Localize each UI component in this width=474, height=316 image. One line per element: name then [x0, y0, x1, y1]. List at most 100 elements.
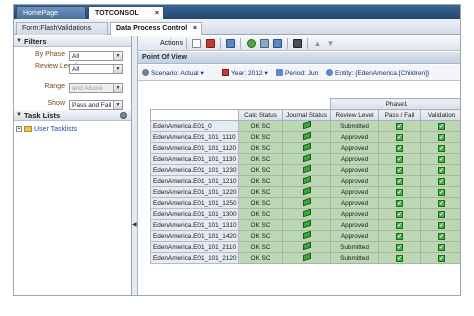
export-icon[interactable] — [273, 39, 282, 48]
table-row[interactable]: EdenAmerica.E01_101_1230 OK SC Approved ✓ ✓ — [150, 164, 460, 176]
tasklists-header[interactable]: ▼ Task Lists — [14, 110, 131, 121]
tab-totconsol[interactable]: TOTCONSOL × — [88, 6, 164, 19]
review-level-cell[interactable]: Approved — [330, 142, 379, 154]
pass-fail-cell[interactable]: ✓ — [378, 164, 421, 176]
settings-gear-icon[interactable] — [120, 112, 127, 119]
table-row[interactable]: EdenAmerica.E01_0 OK SC Submitted ✓ ✓ — [150, 120, 460, 132]
review-level-cell[interactable]: Approved — [330, 153, 379, 165]
validation-cell[interactable]: ✓ — [420, 241, 460, 253]
chevron-down-icon[interactable]: ▼ — [113, 65, 122, 73]
calc-status-cell[interactable]: OK SC — [238, 164, 283, 176]
table-row[interactable]: EdenAmerica.E01_101_1110 OK SC Approved ✓ ✓ — [150, 131, 460, 143]
calc-status-cell[interactable]: OK SC — [238, 131, 283, 143]
journal-status-cell[interactable] — [282, 175, 331, 187]
copy-icon[interactable] — [226, 39, 235, 48]
close-tab-icon[interactable]: × — [193, 23, 197, 35]
grid-icon[interactable] — [260, 39, 269, 48]
refresh-icon[interactable] — [247, 39, 256, 48]
journal-status-cell[interactable] — [282, 186, 331, 198]
review-level-cell[interactable]: Approved — [330, 131, 379, 143]
calc-status-cell[interactable]: OK SC — [238, 241, 283, 253]
table-row[interactable]: EdenAmerica.E01_101_2110 OK SC Submitted ✓ ✓ — [150, 241, 460, 253]
calculate-icon[interactable] — [206, 39, 215, 48]
row-entity-label[interactable]: EdenAmerica.E01_101_1210 — [150, 175, 239, 187]
pass-fail-cell[interactable]: ✓ — [378, 219, 421, 231]
pass-fail-cell[interactable]: ✓ — [378, 186, 421, 198]
review-levels-select[interactable]: All ▼ — [69, 64, 123, 74]
calc-status-cell[interactable]: OK SC — [238, 153, 283, 165]
calc-status-cell[interactable]: OK SC — [238, 252, 283, 264]
pov-scenario[interactable]: Scenario: Actual ▾ — [142, 69, 204, 77]
table-row[interactable]: EdenAmerica.E01_101_1220 OK SC Approved ✓ ✓ — [150, 186, 460, 198]
chevron-down-icon[interactable]: ▼ — [113, 52, 122, 60]
review-level-cell[interactable]: Approved — [330, 175, 379, 187]
calc-status-cell[interactable]: OK SC — [238, 219, 283, 231]
table-row[interactable]: EdenAmerica.E01_101_1310 OK SC Approved ✓ ✓ — [150, 219, 460, 231]
column-header[interactable]: Review Level — [330, 109, 379, 121]
journal-status-cell[interactable] — [282, 153, 331, 165]
review-level-cell[interactable]: Submitted — [330, 120, 379, 132]
chevron-down-icon[interactable]: ▼ — [113, 101, 122, 109]
document-icon[interactable] — [192, 39, 201, 48]
row-entity-label[interactable]: EdenAmerica.E01_101_1250 — [150, 197, 239, 209]
pass-fail-cell[interactable]: ✓ — [378, 120, 421, 132]
table-row[interactable]: EdenAmerica.E01_101_2120 OK SC Submitted ✓ ✓ — [150, 252, 460, 264]
review-level-cell[interactable]: Approved — [330, 230, 379, 242]
pass-fail-cell[interactable]: ✓ — [378, 252, 421, 264]
column-header[interactable]: Pass / Fail — [378, 109, 421, 121]
validation-cell[interactable]: ✓ — [420, 131, 460, 143]
column-header[interactable]: Validation — [420, 109, 460, 121]
pass-fail-cell[interactable]: ✓ — [378, 142, 421, 154]
review-level-cell[interactable]: Approved — [330, 186, 379, 198]
journal-status-cell[interactable] — [282, 142, 331, 154]
table-row[interactable]: EdenAmerica.E01_101_1420 OK SC Approved ✓ ✓ — [150, 230, 460, 242]
validation-cell[interactable]: ✓ — [420, 186, 460, 198]
row-entity-label[interactable]: EdenAmerica.E01_101_1420 — [150, 230, 239, 242]
pass-fail-cell[interactable]: ✓ — [378, 241, 421, 253]
calc-status-cell[interactable]: OK SC — [238, 208, 283, 220]
table-row[interactable]: EdenAmerica.E01_101_1210 OK SC Approved ✓ ✓ — [150, 175, 460, 187]
row-entity-label[interactable]: EdenAmerica.E01_0 — [150, 120, 239, 132]
pass-fail-cell[interactable]: ✓ — [378, 208, 421, 220]
tree-item-label[interactable]: User Tasklists — [34, 126, 77, 133]
pass-fail-cell[interactable]: ✓ — [378, 230, 421, 242]
journal-status-cell[interactable] — [282, 252, 331, 264]
review-level-cell[interactable]: Submitted — [330, 252, 379, 264]
table-row[interactable]: EdenAmerica.E01_101_1250 OK SC Approved ✓ ✓ — [150, 197, 460, 209]
journal-status-cell[interactable] — [282, 131, 331, 143]
validation-cell[interactable]: ✓ — [420, 197, 460, 209]
review-level-cell[interactable]: Approved — [330, 164, 379, 176]
validation-cell[interactable]: ✓ — [420, 252, 460, 264]
calc-status-cell[interactable]: OK SC — [238, 120, 283, 132]
calc-status-cell[interactable]: OK SC — [238, 186, 283, 198]
show-select[interactable]: Pass and Fail ▼ — [69, 100, 123, 110]
row-entity-label[interactable]: EdenAmerica.E01_101_1130 — [150, 153, 239, 165]
table-row[interactable]: EdenAmerica.E01_101_1130 OK SC Approved ✓ ✓ — [150, 153, 460, 165]
validation-cell[interactable]: ✓ — [420, 164, 460, 176]
table-row[interactable]: EdenAmerica.E01_101_1300 OK SC Approved ✓ ✓ — [150, 208, 460, 220]
move-up-icon[interactable]: ▲ — [313, 39, 322, 48]
journal-status-cell[interactable] — [282, 197, 331, 209]
calc-status-cell[interactable]: OK SC — [238, 142, 283, 154]
pass-fail-cell[interactable]: ✓ — [378, 175, 421, 187]
collapse-triangle-icon[interactable]: ▼ — [16, 110, 22, 121]
tree-item-user-tasklists[interactable]: + User Tasklists — [16, 126, 77, 133]
row-entity-label[interactable]: EdenAmerica.E01_101_2120 — [150, 252, 239, 264]
tab-homepage[interactable]: HomePage — [16, 6, 86, 19]
pov-year[interactable]: Year: 2012 ▾ — [222, 69, 268, 77]
review-level-cell[interactable]: Approved — [330, 197, 379, 209]
journal-status-cell[interactable] — [282, 219, 331, 231]
review-level-cell[interactable]: Approved — [330, 208, 379, 220]
pov-entity[interactable]: Entity: {EdenAmerica.[Children]} — [326, 69, 429, 77]
journal-status-cell[interactable] — [282, 230, 331, 242]
row-entity-label[interactable]: EdenAmerica.E01_101_1120 — [150, 142, 239, 154]
validation-cell[interactable]: ✓ — [420, 208, 460, 220]
row-entity-label[interactable]: EdenAmerica.E01_101_2110 — [150, 241, 239, 253]
journal-status-cell[interactable] — [282, 164, 331, 176]
filters-header[interactable]: ▼ Filters — [14, 36, 131, 47]
collapse-left-icon[interactable]: ◀ — [132, 221, 137, 228]
table-row[interactable]: EdenAmerica.E01_101_1120 OK SC Approved ✓ ✓ — [150, 142, 460, 154]
row-entity-label[interactable]: EdenAmerica.E01_101_1300 — [150, 208, 239, 220]
tab-form-flashvalidations[interactable]: Form:FlashValidations — [16, 22, 108, 35]
validation-cell[interactable]: ✓ — [420, 120, 460, 132]
